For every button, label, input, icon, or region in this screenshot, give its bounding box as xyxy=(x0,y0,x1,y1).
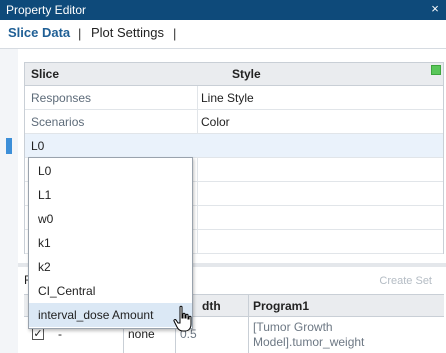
dropdown-option-interval-dose-amount[interactable]: interval_dose Amount xyxy=(29,303,192,327)
line-style-cell[interactable]: none xyxy=(128,327,155,341)
left-gutter xyxy=(0,49,18,353)
tab-separator: | xyxy=(78,26,82,41)
hand-cursor-icon xyxy=(173,305,192,332)
column-header-width[interactable]: dth xyxy=(202,299,221,313)
table-row[interactable]: Responses Line Style xyxy=(25,86,443,110)
table-row[interactable]: L0 xyxy=(25,134,443,158)
slice-combo-value[interactable]: L0 xyxy=(31,139,44,153)
option-label: k1 xyxy=(38,236,51,250)
tab-slice-data[interactable]: Slice Data xyxy=(8,25,70,40)
dropdown-option-l1[interactable]: L1 xyxy=(29,183,192,207)
option-label: L0 xyxy=(38,164,52,178)
column-header-slice[interactable]: Slice xyxy=(31,67,59,81)
option-label: CI_Central xyxy=(38,284,96,298)
slice-cell: Scenarios xyxy=(31,115,85,129)
slice-dropdown-list: L0 L1 w0 k1 k2 CI_Central interval_dose … xyxy=(28,157,193,329)
style-cell: Color xyxy=(201,115,230,129)
create-set-button[interactable]: Create Set xyxy=(379,275,432,287)
column-header-style[interactable]: Style xyxy=(232,67,261,81)
dropdown-option-k1[interactable]: k1 xyxy=(29,231,192,255)
dropdown-option-ci-central[interactable]: CI_Central xyxy=(29,279,192,303)
column-divider xyxy=(248,295,249,353)
row-dash-cell: - xyxy=(58,327,62,341)
visible-checkbox[interactable]: ✓ xyxy=(32,328,44,340)
close-icon[interactable]: × xyxy=(428,1,442,17)
slice-grid-header: Slice Style xyxy=(25,63,443,86)
column-header-program1[interactable]: Program1 xyxy=(253,299,309,313)
option-label: w0 xyxy=(38,212,54,226)
dropdown-option-w0[interactable]: w0 xyxy=(29,207,192,231)
dropdown-option-l0[interactable]: L0 xyxy=(29,159,192,183)
tab-separator: | xyxy=(173,26,177,41)
window-title: Property Editor xyxy=(6,3,87,17)
option-label: k2 xyxy=(38,260,51,274)
table-row[interactable]: Scenarios Color xyxy=(25,110,443,134)
dropdown-option-k2[interactable]: k2 xyxy=(29,255,192,279)
status-indicator-icon xyxy=(431,65,441,75)
option-label: interval_dose Amount xyxy=(38,308,154,322)
option-label: L1 xyxy=(38,188,52,202)
tab-plot-settings[interactable]: Plot Settings xyxy=(91,25,164,40)
program-cell: [Tumor Growth Model].tumor_weight xyxy=(253,320,365,349)
style-cell: Line Style xyxy=(201,91,254,105)
title-bar: Property Editor × xyxy=(0,0,446,20)
selected-row-indicator xyxy=(6,138,12,154)
slice-cell: Responses xyxy=(31,91,92,105)
tab-bar: Slice Data | Plot Settings | xyxy=(0,20,446,48)
divider xyxy=(0,48,446,49)
